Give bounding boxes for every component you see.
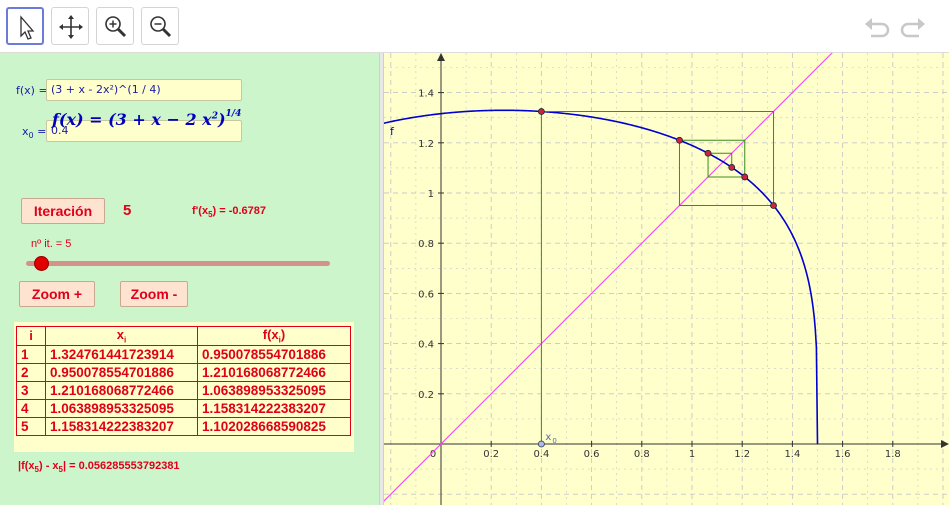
cell-fx: 1.158314222383207 [197, 398, 351, 418]
slider-label: nº it. = 5 [31, 238, 72, 250]
cell-fx: 1.063898953325095 [197, 380, 351, 400]
cell-i: 3 [16, 380, 46, 400]
toolbar [0, 0, 949, 53]
function-formula: f(x) = (3 + x − 2 x2)1/4 [52, 108, 242, 129]
cell-fx: 1.102028668590825 [197, 416, 351, 436]
zoom-minus-button[interactable]: Zoom - [120, 281, 188, 307]
cell-i: 5 [16, 416, 46, 436]
arrow-pointer-icon [20, 15, 35, 40]
x-tick-label: 1.6 [835, 449, 851, 460]
graph-background [384, 53, 949, 505]
zoom-in-tool-button[interactable] [96, 7, 134, 45]
cell-x: 1.063898953325095 [45, 398, 198, 418]
derivative-value: f'(x5) = -0.6787 [192, 205, 267, 220]
x-tick-label: 0.4 [533, 449, 549, 460]
graph-canvas[interactable]: 0.2 0.4 0.6 0.8 1 1.2 1.4 1.6 1.8 0.2 0.4 0.6 0.8 1 1.… [384, 53, 949, 505]
table-row: 1 1.324761441723914 0.950078554701886 [16, 344, 351, 364]
iterations-slider-knob[interactable] [34, 256, 49, 271]
redo-icon[interactable] [898, 14, 928, 40]
cell-x: 1.210168068772466 [45, 380, 198, 400]
iteration-point [676, 136, 683, 144]
x0-input-label: x0 = [22, 125, 47, 141]
cell-i: 4 [16, 398, 46, 418]
cell-fx: 1.210168068772466 [197, 362, 351, 382]
zoom-out-tool-button[interactable] [141, 7, 179, 45]
x0-point [537, 440, 545, 448]
undo-icon[interactable] [862, 14, 892, 40]
y-tick-label: 0.8 [418, 239, 434, 250]
cell-x: 1.158314222383207 [45, 416, 198, 436]
table-row: 3 1.210168068772466 1.063898953325095 [16, 380, 351, 400]
x-tick-label: 1.8 [885, 449, 901, 460]
iterations-slider-track[interactable] [26, 261, 330, 266]
x-tick-label: 1.2 [734, 449, 750, 460]
header-i: i [16, 326, 46, 346]
cell-fx: 0.950078554701886 [197, 344, 351, 364]
move-tool-button[interactable] [6, 7, 44, 45]
zoom-plus-button[interactable]: Zoom + [19, 281, 95, 307]
iteration-point [728, 163, 736, 171]
graphics-view[interactable]: 0.2 0.4 0.6 0.8 1 1.2 1.4 1.6 1.8 0.2 0.4 0.6 0.8 1 1.… [384, 53, 949, 505]
y-tick-label: 0.6 [418, 289, 434, 300]
cell-i: 1 [16, 344, 46, 364]
table-row: 4 1.063898953325095 1.158314222383207 [16, 398, 351, 418]
move-cross-icon [59, 15, 83, 39]
x0-point-label: x [545, 432, 551, 443]
cell-x: 1.324761441723914 [45, 344, 198, 364]
y-tick-label: 1.2 [418, 139, 434, 150]
cell-x: 0.950078554701886 [45, 362, 198, 382]
iteration-table: i xi f(xi) 1 1.324761441723914 0.950078554… [16, 326, 351, 436]
x-tick-label: 1 [689, 449, 695, 460]
zoom-in-icon [105, 16, 127, 38]
y-tick-label: 1 [428, 189, 434, 200]
iteracion-button[interactable]: Iteración [21, 198, 105, 224]
iteration-point [704, 149, 712, 157]
x0-point-label-sub: 0 [552, 437, 556, 445]
table-header-row: i xi f(xi) [16, 326, 351, 346]
move-graphics-view-button[interactable] [51, 7, 89, 45]
x-tick-label: 1.4 [784, 449, 800, 460]
f-input-field[interactable]: (3 + x - 2x²)^(1 / 4) [46, 79, 242, 101]
error-value: |f(x5) - x5| = 0.056285553792381 [18, 460, 180, 475]
f-input-label: f(x) = [16, 84, 48, 97]
y-tick-label: 0.4 [418, 340, 434, 351]
x-tick-label: 0.2 [483, 449, 499, 460]
table-row: 2 0.950078554701886 1.210168068772466 [16, 362, 351, 382]
iteration-point [537, 108, 545, 115]
zoom-out-icon [150, 16, 172, 38]
iteration-point [770, 202, 777, 209]
y-tick-label: 0.2 [418, 390, 434, 401]
x-tick-label: 0.8 [634, 449, 650, 460]
iteration-count: 5 [123, 202, 132, 219]
header-xi: xi [45, 326, 198, 346]
cell-i: 2 [16, 362, 46, 382]
table-row: 5 1.158314222383207 1.102028668590825 [16, 416, 351, 436]
header-fxi: f(xi) [197, 326, 351, 346]
x-tick-label: 0.6 [584, 449, 600, 460]
iteration-point [741, 173, 749, 181]
y-tick-label: 1.4 [418, 89, 434, 100]
